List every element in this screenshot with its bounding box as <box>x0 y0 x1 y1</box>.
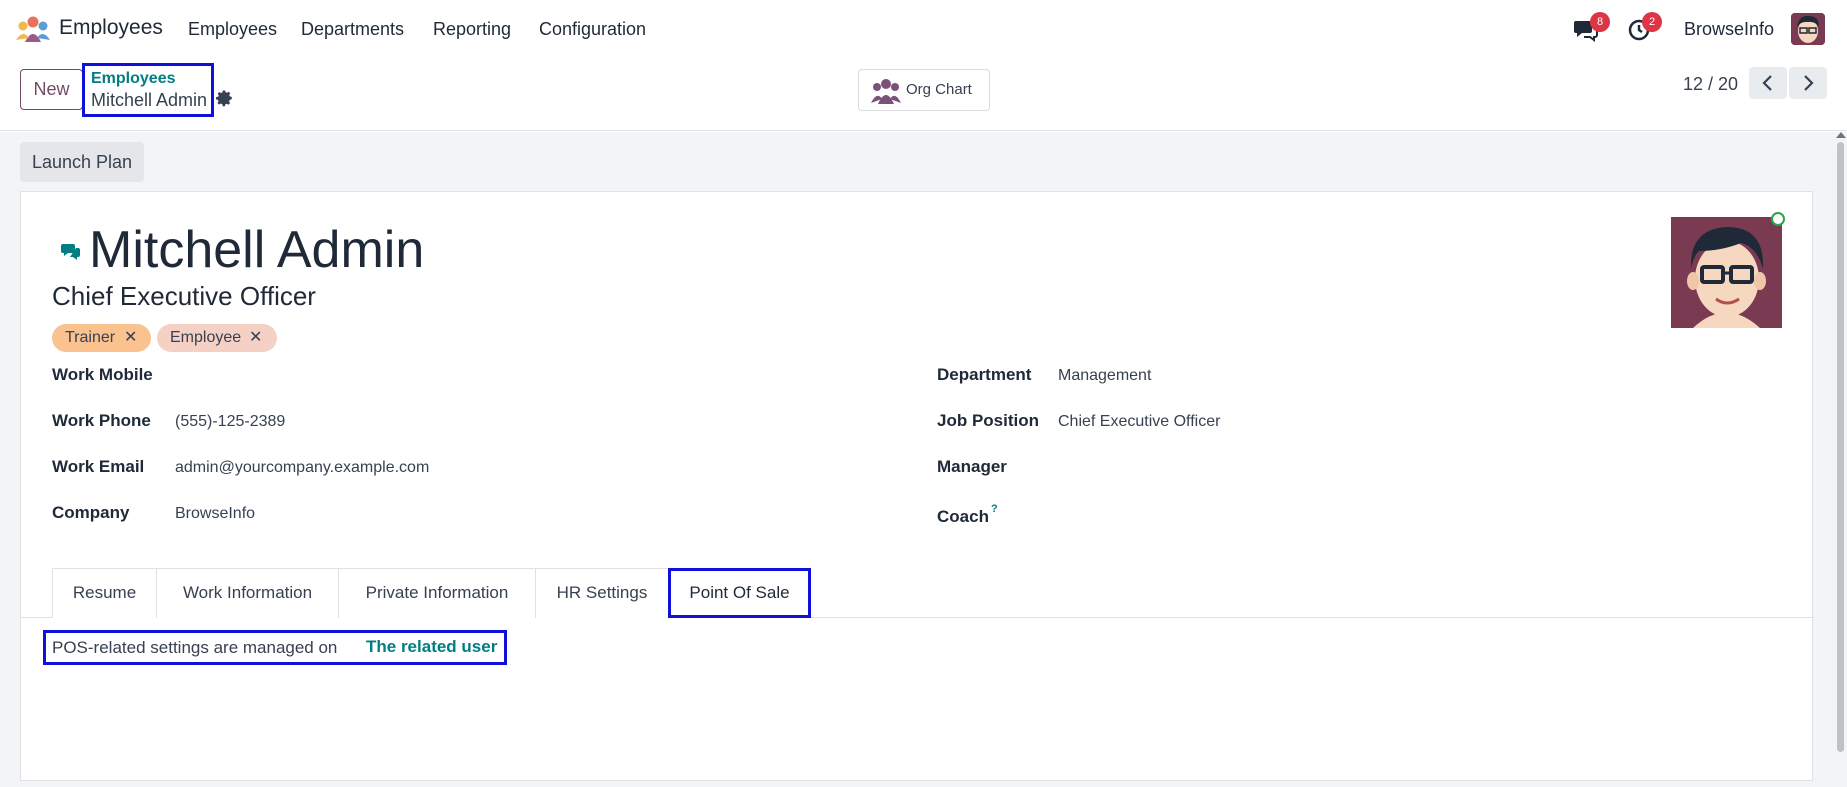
scrollbar[interactable] <box>1834 132 1847 787</box>
chevron-left-icon <box>1762 75 1772 91</box>
pos-notice-text: POS-related settings are managed on <box>52 638 338 657</box>
chat-icon[interactable] <box>61 242 81 260</box>
employees-app-icon[interactable] <box>16 16 50 42</box>
app-title[interactable]: Employees <box>59 16 163 40</box>
tag-employee[interactable]: Employee ✕ <box>157 324 277 352</box>
work-email-label: Work Email <box>52 457 145 476</box>
work-phone-field[interactable]: (555)-125-2389 <box>175 413 285 431</box>
menu-departments[interactable]: Departments <box>301 19 404 40</box>
employee-name[interactable]: Mitchell Admin <box>89 220 424 280</box>
work-phone-label: Work Phone <box>52 411 151 430</box>
activities-badge: 2 <box>1642 12 1662 32</box>
pager-previous-button[interactable] <box>1749 67 1787 99</box>
menu-employees[interactable]: Employees <box>188 19 277 40</box>
tab-resume[interactable]: Resume <box>52 568 157 618</box>
pager-value[interactable]: 12 / 20 <box>1683 74 1738 95</box>
employee-form-sheet: Mitchell Admin Chief Executive Officer T… <box>20 191 1814 781</box>
org-chart-button[interactable]: Org Chart <box>858 69 990 111</box>
tab-private-information[interactable]: Private Information <box>338 568 536 618</box>
tag-trainer[interactable]: Trainer ✕ <box>52 324 151 352</box>
work-mobile-label: Work Mobile <box>52 365 153 384</box>
breadcrumb-employees-link[interactable]: Employees <box>91 70 175 88</box>
form-content: Launch Plan Mitchell Admin Chief Executi… <box>0 132 1847 787</box>
org-chart-label: Org Chart <box>906 81 972 98</box>
scrollbar-thumb[interactable] <box>1837 142 1844 752</box>
gear-icon[interactable] <box>216 89 234 107</box>
company-switcher[interactable]: BrowseInfo <box>1684 19 1774 40</box>
tab-point-of-sale[interactable]: Point Of Sale <box>668 568 811 618</box>
online-status-icon <box>1771 212 1785 226</box>
user-avatar-icon <box>1791 13 1825 45</box>
user-avatar[interactable] <box>1791 13 1825 45</box>
users-icon <box>871 79 901 104</box>
breadcrumb-current: Mitchell Admin <box>91 90 208 110</box>
job-position-label: Job Position <box>937 411 1039 430</box>
messages-badge: 8 <box>1590 12 1610 32</box>
close-icon[interactable]: ✕ <box>249 324 262 352</box>
activities-button[interactable]: 2 <box>1627 12 1662 42</box>
coach-help-icon[interactable]: ? <box>991 503 998 515</box>
breadcrumb: Employees Mitchell Admin <box>82 63 214 117</box>
messages-button[interactable]: 8 <box>1573 12 1610 42</box>
tag-label: Employee <box>170 329 242 346</box>
avatar-icon <box>1671 217 1782 328</box>
employee-photo[interactable] <box>1671 217 1782 328</box>
new-button[interactable]: New <box>20 69 83 110</box>
coach-label: Coach <box>937 507 989 526</box>
related-user-link[interactable]: The related user <box>366 637 497 657</box>
launch-plan-button[interactable]: Launch Plan <box>20 142 144 182</box>
top-navbar: Employees Employees Departments Reportin… <box>0 0 1847 57</box>
pager-next-button[interactable] <box>1789 67 1827 99</box>
pos-settings-notice: POS-related settings are managed on The … <box>43 630 507 665</box>
menu-configuration[interactable]: Configuration <box>539 19 646 40</box>
job-position-field[interactable]: Chief Executive Officer <box>1058 413 1220 431</box>
menu-reporting[interactable]: Reporting <box>433 19 511 40</box>
company-field[interactable]: BrowseInfo <box>175 505 255 523</box>
manager-label: Manager <box>937 457 1007 476</box>
chevron-right-icon <box>1804 75 1814 91</box>
control-panel: New Employees Mitchell Admin Org Chart 1… <box>0 57 1847 131</box>
scroll-up-icon[interactable] <box>1836 132 1846 138</box>
close-icon[interactable]: ✕ <box>124 324 137 352</box>
company-label: Company <box>52 503 130 522</box>
tab-hr-settings[interactable]: HR Settings <box>535 568 669 618</box>
tab-work-information[interactable]: Work Information <box>156 568 339 618</box>
work-email-field[interactable]: admin@yourcompany.example.com <box>175 459 429 477</box>
employee-job-title[interactable]: Chief Executive Officer <box>52 281 316 312</box>
department-field[interactable]: Management <box>1058 367 1151 385</box>
department-label: Department <box>937 365 1032 384</box>
tag-label: Trainer <box>65 329 116 346</box>
